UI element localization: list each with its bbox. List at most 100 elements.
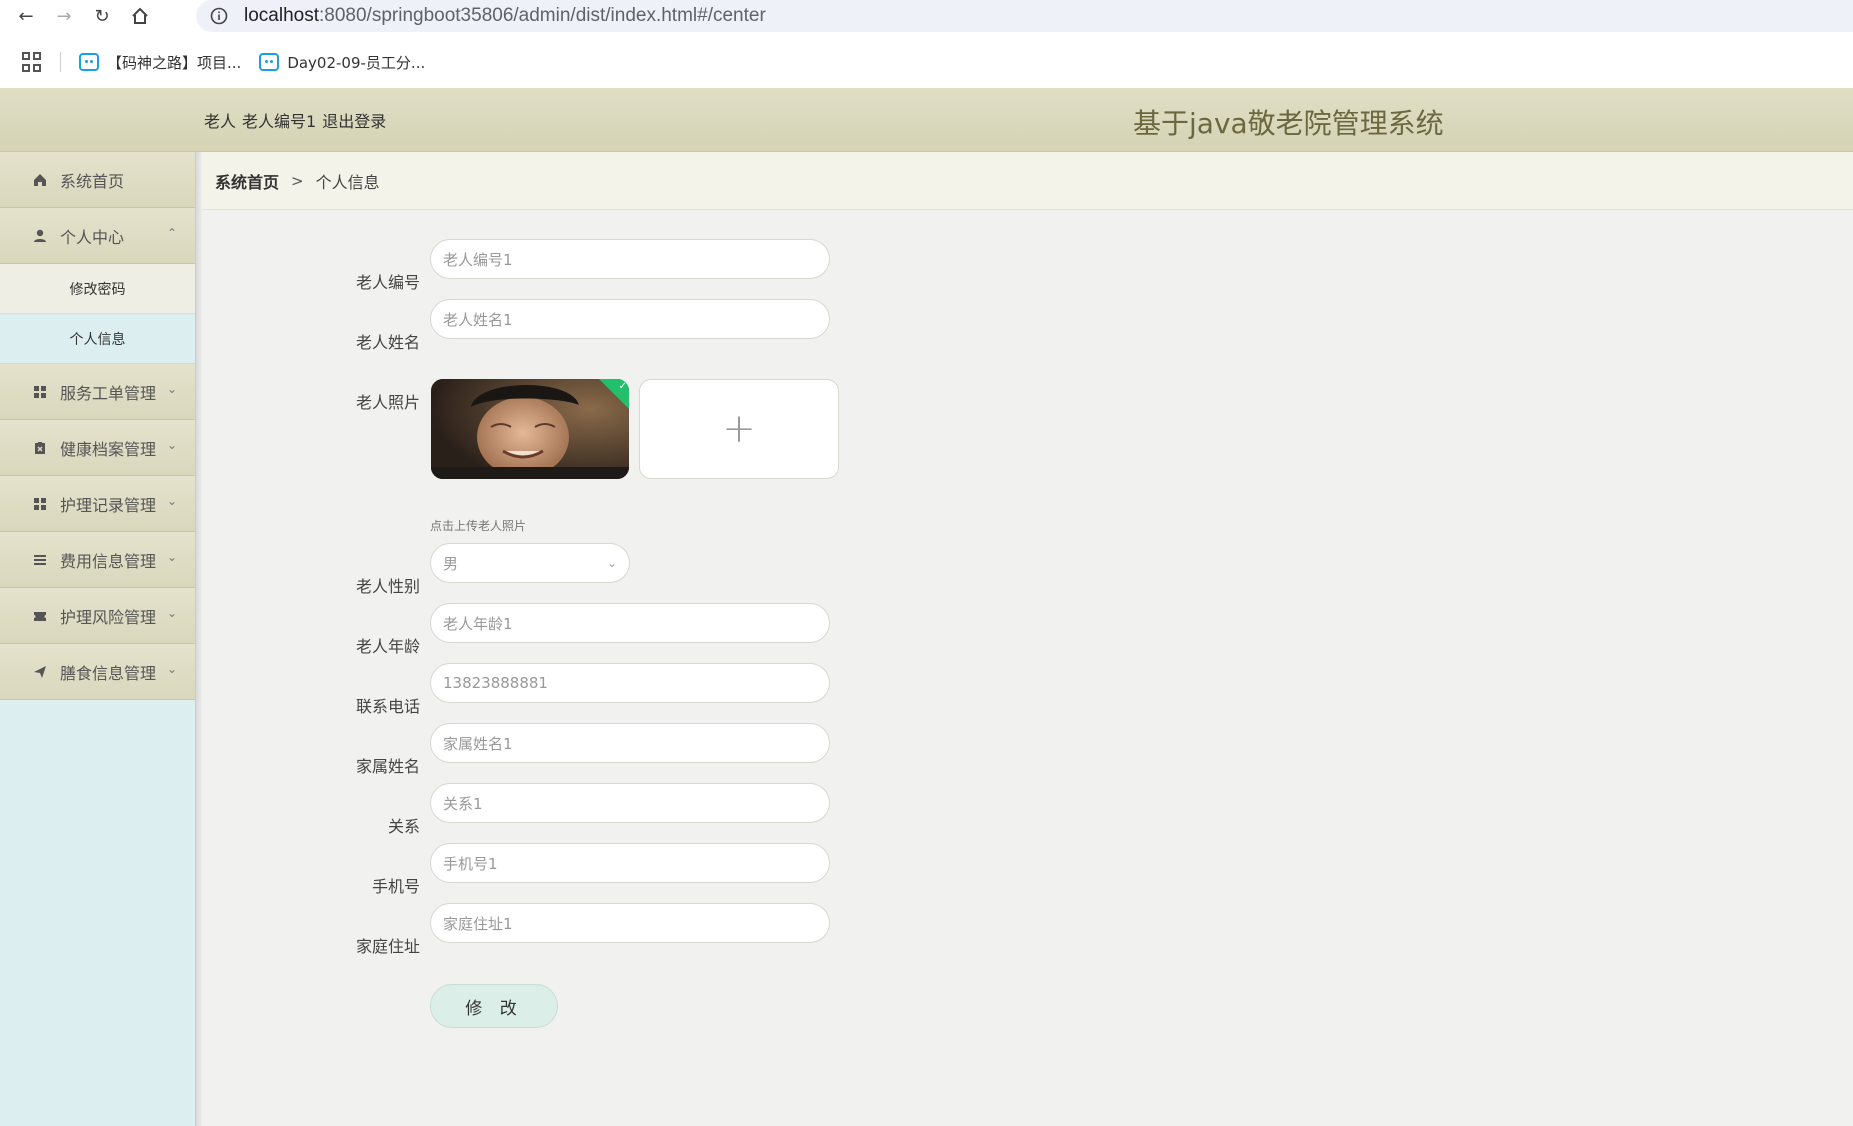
bookmark-item[interactable]: 【码神之路】项目... [79, 52, 241, 73]
gender-label: 老人性别 [355, 577, 420, 596]
ticket-icon [32, 608, 48, 624]
username: 老人编号1 [242, 112, 317, 131]
family-name-value: 家属姓名1 [443, 734, 513, 753]
main-content: 系统首页 > 个人信息 老人编号 老人编号1 老人姓名 老人姓名1 老人照片 ✓ [202, 152, 1853, 1126]
chevron-up-icon: ⌃ [166, 226, 177, 240]
bookmark-item[interactable]: Day02-09-员工分... [259, 52, 425, 73]
bilibili-icon [79, 53, 99, 71]
sidebar-item-label: 系统首页 [60, 171, 125, 191]
sidebar-subitem-label: 个人信息 [69, 331, 126, 348]
submit-button[interactable]: 修 改 [430, 984, 558, 1028]
elder-no-value: 老人编号1 [443, 250, 513, 269]
plus-icon: + [722, 406, 756, 452]
reload-icon[interactable]: ↻ [90, 4, 114, 28]
submit-button-label: 修 改 [465, 998, 523, 1019]
sidebar-item-label: 膳食信息管理 [60, 663, 157, 683]
system-title: 基于java敬老院管理系统 [1133, 107, 1444, 140]
address-bar[interactable]: localhost:8080/springboot35806/admin/dis… [196, 0, 1853, 32]
breadcrumb-separator: > [291, 171, 304, 190]
sidebar-item-label: 服务工单管理 [60, 383, 157, 403]
phone-value: 13823888881 [443, 674, 548, 692]
sidebar-item-nursing-records[interactable]: 护理记录管理 ⌄ [0, 476, 195, 532]
grid-icon [32, 384, 48, 400]
phone-label: 联系电话 [355, 697, 420, 716]
app-header: 老人 老人编号1 退出登录 基于java敬老院管理系统 [0, 88, 1853, 152]
breadcrumb-current: 个人信息 [315, 172, 380, 192]
sidebar-item-label: 护理记录管理 [60, 495, 157, 515]
sidebar-item-home[interactable]: 系统首页 [0, 152, 195, 208]
age-input[interactable]: 老人年龄1 [430, 603, 830, 643]
sidebar-item-nursing-risk[interactable]: 护理风险管理 ⌄ [0, 588, 195, 644]
sidebar: 系统首页 个人中心 ⌃ 修改密码 个人信息 服务工单管理 ⌄ 健康档案管理 ⌄ … [0, 152, 196, 1126]
family-name-label: 家属姓名 [355, 757, 420, 776]
user-info: 老人 老人编号1 退出登录 [204, 108, 392, 132]
bilibili-icon [259, 53, 280, 71]
chevron-down-icon: ⌄ [606, 556, 617, 570]
apps-grid-icon[interactable] [22, 52, 42, 72]
sidebar-item-label: 健康档案管理 [60, 439, 157, 459]
user-role: 老人 [204, 112, 237, 131]
chevron-down-icon: ⌄ [166, 438, 177, 452]
elder-name-input[interactable]: 老人姓名1 [430, 299, 830, 339]
url-host: localhost [244, 5, 319, 26]
upload-tip: 点击上传老人照片 [430, 519, 527, 533]
upload-photo-button[interactable]: + [639, 379, 839, 479]
url-text: localhost:8080/springboot35806/admin/dis… [244, 5, 766, 27]
sidebar-item-meal-info[interactable]: 膳食信息管理 ⌄ [0, 644, 195, 700]
bookmark-divider [60, 52, 61, 72]
clipboard-icon [32, 440, 48, 456]
mobile-value: 手机号1 [443, 854, 498, 873]
address-input[interactable]: 家庭住址1 [430, 903, 830, 943]
elder-photo-label: 老人照片 [355, 393, 420, 412]
sidebar-item-fee-info[interactable]: 费用信息管理 ⌄ [0, 532, 195, 588]
elder-name-value: 老人姓名1 [443, 310, 513, 329]
sidebar-item-service-orders[interactable]: 服务工单管理 ⌄ [0, 364, 195, 420]
chevron-down-icon: ⌄ [166, 662, 177, 676]
chevron-down-icon: ⌄ [166, 606, 177, 620]
home-icon [32, 172, 48, 188]
logout-link[interactable]: 退出登录 [322, 112, 386, 131]
relation-value: 关系1 [443, 794, 483, 813]
sidebar-item-personal-center[interactable]: 个人中心 ⌃ [0, 208, 195, 264]
breadcrumb-home[interactable]: 系统首页 [215, 169, 279, 193]
gender-select[interactable]: 男 ⌄ [430, 543, 630, 583]
phone-input[interactable]: 13823888881 [430, 663, 830, 703]
elder-photo[interactable]: ✓ [431, 379, 629, 479]
elder-no-input[interactable]: 老人编号1 [430, 239, 830, 279]
forward-arrow-icon[interactable]: → [52, 4, 76, 28]
sidebar-item-health-records[interactable]: 健康档案管理 ⌄ [0, 420, 195, 476]
gender-value: 男 [443, 554, 459, 573]
url-path: :8080/springboot35806/admin/dist/index.h… [319, 5, 766, 26]
relation-label: 关系 [387, 817, 420, 836]
sidebar-subitem-personal-info[interactable]: 个人信息 [0, 314, 195, 364]
sidebar-item-label: 护理风险管理 [60, 607, 157, 627]
browser-toolbar: ← → ↻ localhost:8080/springboot35806/adm… [0, 0, 1853, 32]
mobile-input[interactable]: 手机号1 [430, 843, 830, 883]
check-icon: ✓ [618, 381, 627, 392]
address-label: 家庭住址 [355, 937, 420, 956]
bookmark-label: 【码神之路】项目... [107, 53, 242, 72]
sidebar-item-label: 费用信息管理 [60, 551, 157, 571]
elder-name-label: 老人姓名 [355, 333, 420, 352]
mobile-label: 手机号 [371, 877, 420, 896]
site-info-icon[interactable] [208, 5, 230, 27]
sidebar-subitem-change-password[interactable]: 修改密码 [0, 264, 195, 314]
sidebar-subitem-label: 修改密码 [69, 281, 126, 298]
home-icon[interactable] [128, 4, 152, 28]
bookmarks-bar: 【码神之路】项目... Day02-09-员工分... [0, 42, 1853, 82]
back-arrow-icon[interactable]: ← [14, 4, 38, 28]
bookmark-label: Day02-09-员工分... [287, 53, 426, 72]
sidebar-item-label: 个人中心 [60, 227, 125, 247]
list-icon [32, 552, 48, 568]
age-label: 老人年龄 [355, 637, 420, 656]
user-icon [32, 228, 48, 244]
family-name-input[interactable]: 家属姓名1 [430, 723, 830, 763]
relation-input[interactable]: 关系1 [430, 783, 830, 823]
elder-no-label: 老人编号 [355, 273, 420, 292]
chevron-down-icon: ⌄ [166, 494, 177, 508]
chevron-down-icon: ⌄ [166, 550, 177, 564]
send-icon [32, 664, 48, 680]
breadcrumb: 系统首页 > 个人信息 [202, 152, 1853, 210]
chevron-down-icon: ⌄ [166, 382, 177, 396]
grid-icon [32, 496, 48, 512]
